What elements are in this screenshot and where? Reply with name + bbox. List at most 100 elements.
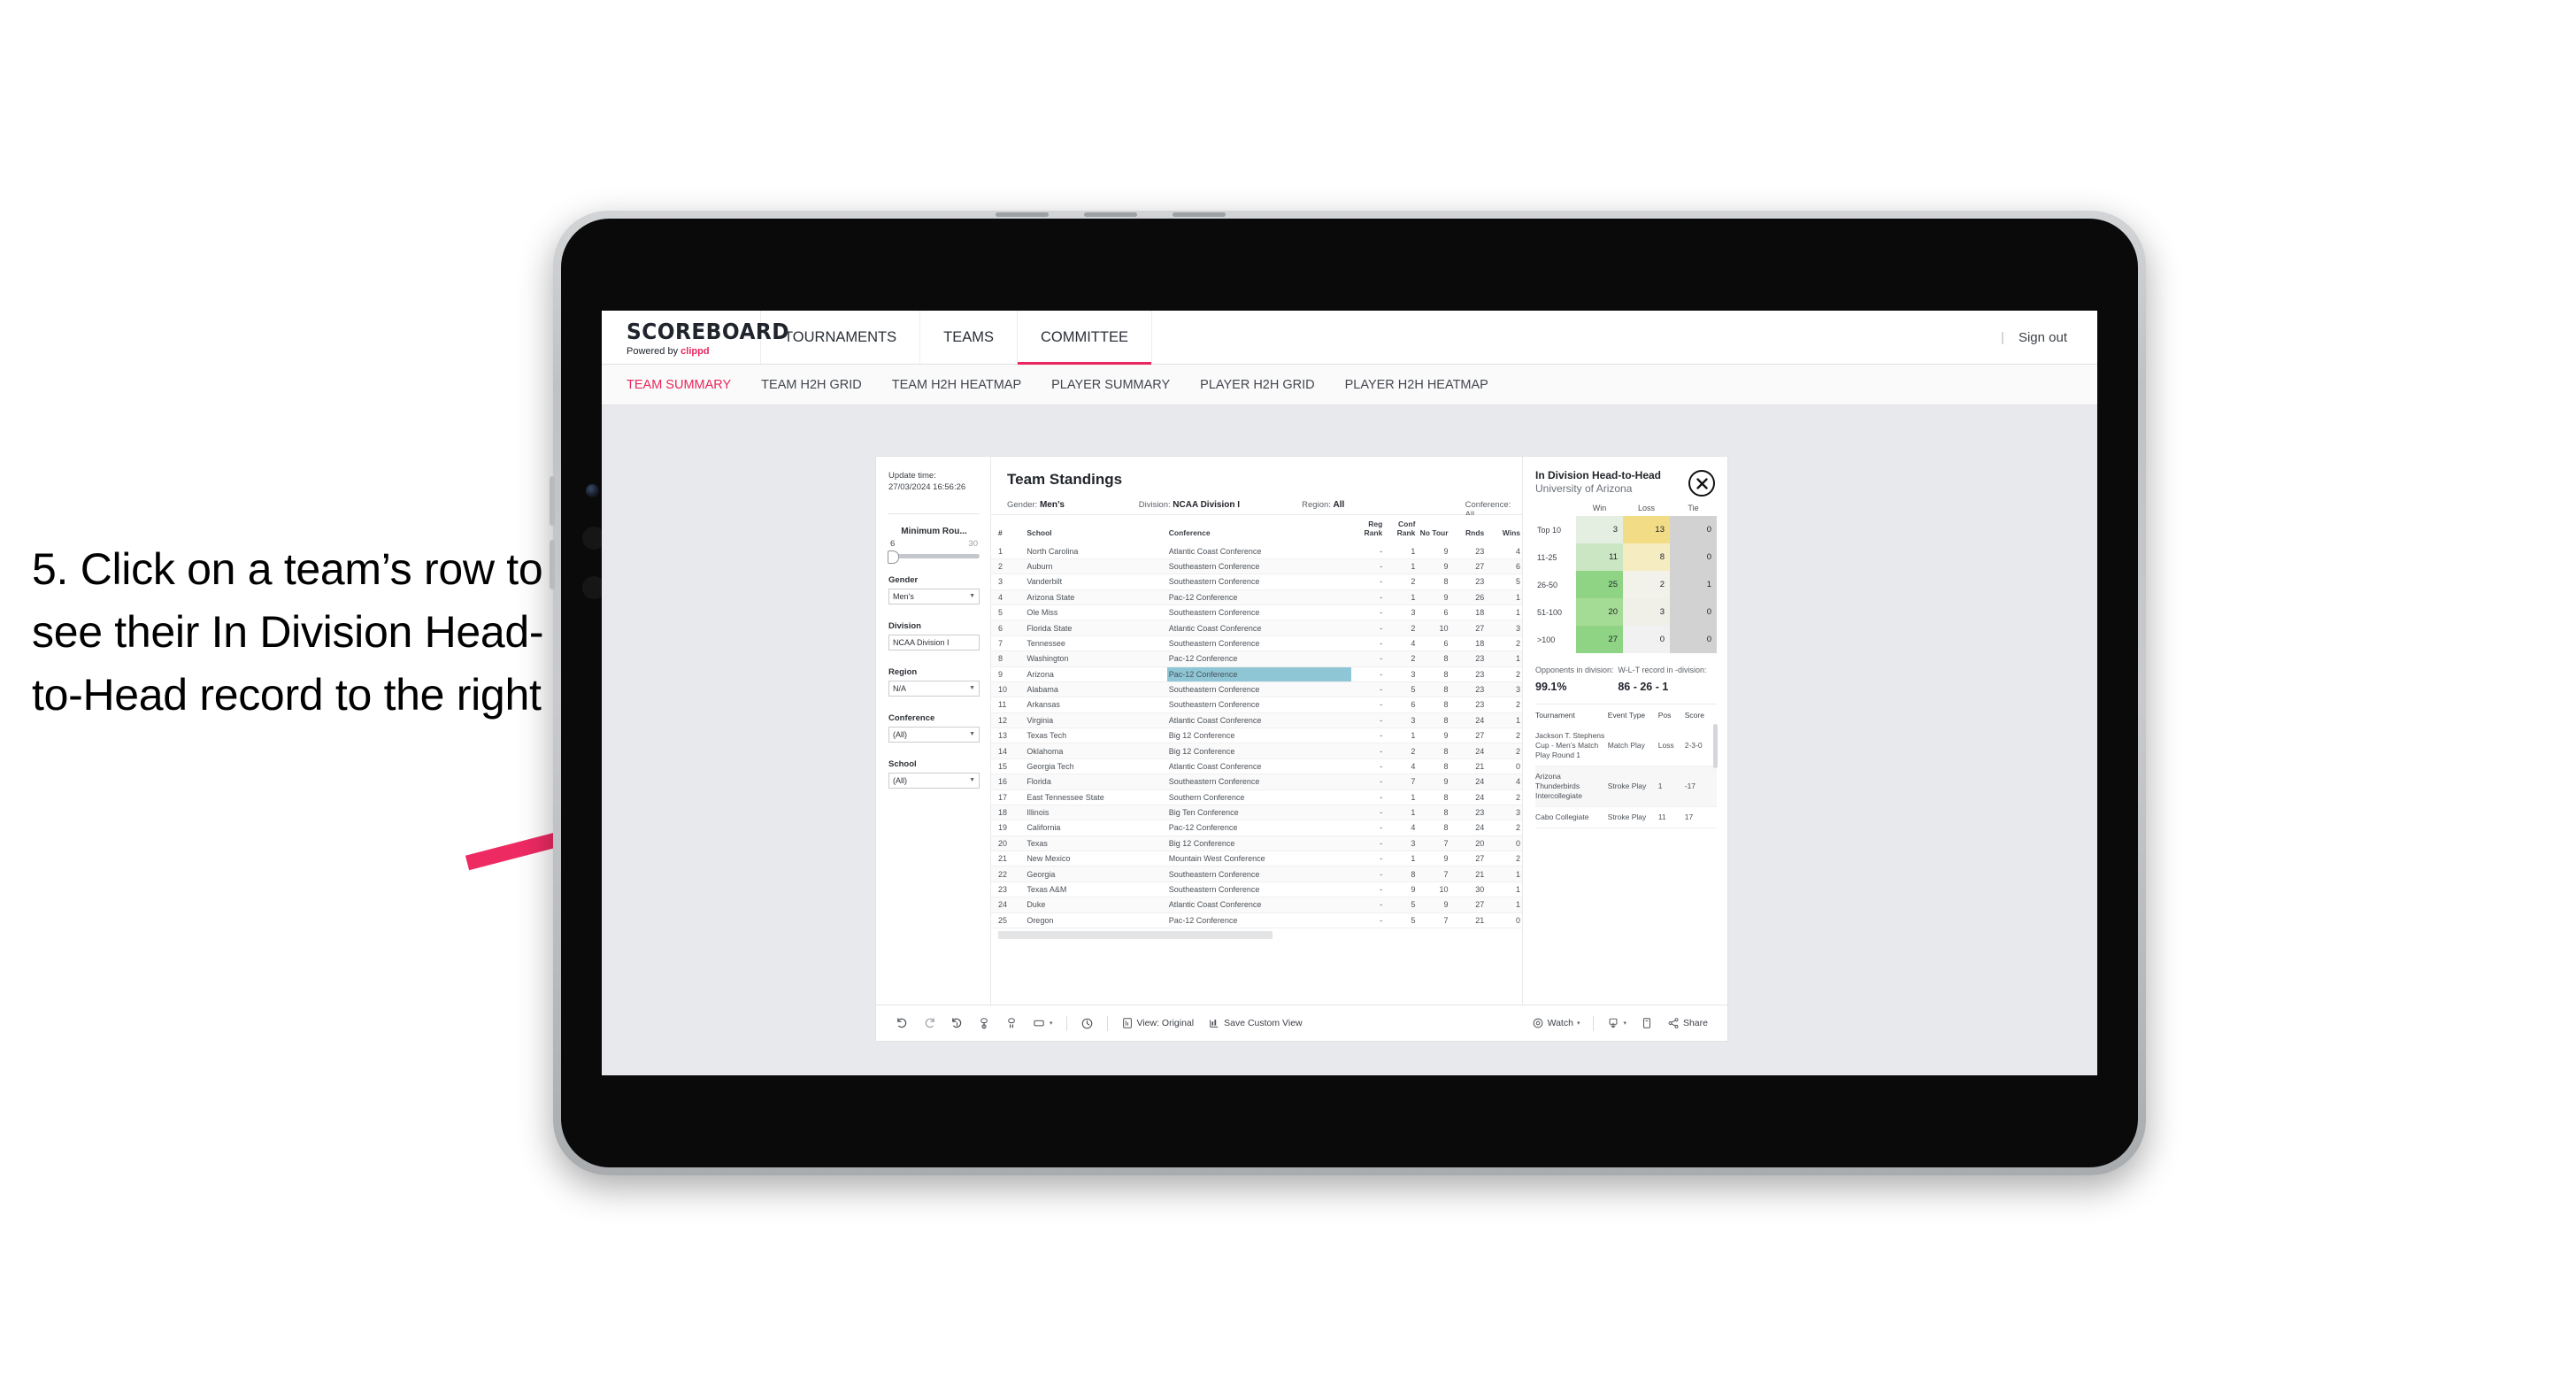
undo-button[interactable] bbox=[888, 1012, 916, 1035]
volume-up-button[interactable] bbox=[550, 476, 555, 526]
filter-division-select[interactable]: NCAA Division I bbox=[888, 634, 980, 651]
volume-down-button[interactable] bbox=[550, 540, 555, 589]
tournament-row[interactable]: Cabo Collegiate Stroke Play 11 17 bbox=[1535, 806, 1717, 829]
close-icon[interactable] bbox=[1688, 470, 1715, 497]
table-row[interactable]: 12 Virginia Atlantic Coast Conference -3 8 24… bbox=[991, 712, 1522, 729]
heatmap-cell[interactable]: 0 bbox=[1670, 543, 1717, 571]
table-row[interactable]: 21 New Mexico Mountain West Conference -1 9 2… bbox=[991, 851, 1522, 867]
table-row[interactable]: 7 Tennessee Southeastern Conference -4 6 18 2 bbox=[991, 635, 1522, 652]
table-row[interactable]: 20 Texas Big 12 Conference -3 7 20 0 bbox=[991, 835, 1522, 852]
heatmap-cell[interactable]: 1 bbox=[1670, 571, 1717, 598]
heatmap-cell[interactable]: 0 bbox=[1670, 516, 1717, 543]
heatmap-cell[interactable]: 3 bbox=[1576, 516, 1623, 543]
table-row[interactable]: 15 Georgia Tech Atlantic Coast Conference -… bbox=[991, 758, 1522, 775]
table-row[interactable]: 18 Illinois Big Ten Conference -1 8 23 3 bbox=[991, 805, 1522, 821]
table-row[interactable]: 3 Vanderbilt Southeastern Conference -2 8 23 5 bbox=[991, 574, 1522, 590]
scrollbar-thumb[interactable] bbox=[998, 930, 1273, 939]
heatmap-cell[interactable]: 11 bbox=[1576, 543, 1623, 571]
table-row[interactable]: 25 Oregon Pac-12 Conference -5 7 21 0 bbox=[991, 912, 1522, 928]
col-rank[interactable]: # bbox=[991, 515, 1026, 544]
revert-button[interactable] bbox=[943, 1012, 971, 1035]
slider-track[interactable] bbox=[888, 550, 980, 564]
table-row[interactable]: 11 Arkansas Southeastern Conference -6 8 23 2 bbox=[991, 697, 1522, 713]
table-row[interactable]: 4 Arizona State Pac-12 Conference -1 9 26 1 bbox=[991, 589, 1522, 606]
col-tournament[interactable]: Tournament bbox=[1535, 705, 1608, 726]
tournaments-scrollbar[interactable] bbox=[1713, 724, 1718, 768]
table-row[interactable]: 13 Texas Tech Big 12 Conference -1 9 27 2 bbox=[991, 728, 1522, 744]
col-rnds[interactable]: Rnds bbox=[1449, 515, 1487, 544]
fullscreen-button[interactable] bbox=[1634, 1012, 1660, 1035]
heatmap-cell[interactable]: 2 bbox=[1623, 571, 1670, 598]
cell-school: East Tennessee State bbox=[1025, 789, 1167, 805]
slider-handle[interactable] bbox=[888, 550, 899, 564]
filter-gender-select[interactable]: Men’s ▼ bbox=[888, 588, 980, 604]
download-button[interactable]: ▾ bbox=[1600, 1012, 1634, 1035]
table-row[interactable]: 9 Arizona Pac-12 Conference -3 8 23 2 bbox=[991, 666, 1522, 682]
toolbar-divider bbox=[1106, 1015, 1108, 1031]
refresh-data-button[interactable] bbox=[971, 1012, 998, 1035]
col-score[interactable]: Score bbox=[1685, 705, 1717, 726]
table-row[interactable]: 2 Auburn Southeastern Conference -1 9 27 6 bbox=[991, 558, 1522, 575]
table-row[interactable]: 19 California Pac-12 Conference -4 8 24 2 bbox=[991, 820, 1522, 836]
heatmap-cell[interactable]: 0 bbox=[1623, 626, 1670, 653]
col-wins[interactable]: Wins bbox=[1486, 515, 1522, 544]
col-reg-rank[interactable]: Reg Rank bbox=[1351, 515, 1385, 544]
tab-team-summary[interactable]: TEAM SUMMARY bbox=[627, 378, 731, 392]
view-original-button[interactable]: View: Original bbox=[1114, 1012, 1202, 1035]
table-row[interactable]: 16 Florida Southeastern Conference -7 9 24 4 bbox=[991, 774, 1522, 790]
save-custom-view-button[interactable]: Save Custom View bbox=[1201, 1012, 1310, 1035]
cell-school: North Carolina bbox=[1025, 543, 1167, 559]
col-conference[interactable]: Conference bbox=[1166, 515, 1352, 544]
table-row[interactable]: 6 Florida State Atlantic Coast Conference -… bbox=[991, 620, 1522, 636]
nav-item-tournaments[interactable]: TOURNAMENTS bbox=[761, 311, 921, 364]
heatmap-cell[interactable]: 3 bbox=[1623, 598, 1670, 626]
filter-region-select[interactable]: N/A ▼ bbox=[888, 680, 980, 697]
heatmap-cell[interactable]: 27 bbox=[1576, 626, 1623, 653]
heatmap-cell[interactable]: 25 bbox=[1576, 571, 1623, 598]
table-row[interactable]: 5 Ole Miss Southeastern Conference -3 6 18 1 bbox=[991, 604, 1522, 621]
heatmap-cell[interactable]: 0 bbox=[1670, 598, 1717, 626]
table-row[interactable]: 22 Georgia Southeastern Conference -8 7 21 1 bbox=[991, 866, 1522, 882]
col-conf-rank[interactable]: Conf Rank bbox=[1384, 515, 1418, 544]
table-row[interactable]: 14 Oklahoma Big 12 Conference -2 8 24 2 bbox=[991, 743, 1522, 759]
cell-rank: 20 bbox=[991, 835, 1026, 852]
table-row[interactable]: 8 Washington Pac-12 Conference -2 8 23 1 bbox=[991, 651, 1522, 667]
heatmap-cell[interactable]: 13 bbox=[1623, 516, 1670, 543]
sign-out-link[interactable]: Sign out bbox=[2019, 330, 2067, 345]
cell-rnds: 24 bbox=[1449, 743, 1487, 759]
heatmap-row-label: 26-50 bbox=[1535, 571, 1576, 598]
col-school[interactable]: School bbox=[1025, 515, 1167, 544]
watch-button[interactable]: Watch ▾ bbox=[1525, 1012, 1588, 1035]
tab-player-h2h-heatmap[interactable]: PLAYER H2H HEATMAP bbox=[1345, 378, 1488, 392]
filter-conference-select[interactable]: (All) ▼ bbox=[888, 726, 980, 743]
device-layout-button[interactable]: ▾ bbox=[1026, 1012, 1060, 1035]
nav-item-teams[interactable]: TEAMS bbox=[920, 311, 1018, 364]
tab-team-h2h-grid[interactable]: TEAM H2H GRID bbox=[761, 378, 862, 392]
heatmap-cell[interactable]: 20 bbox=[1576, 598, 1623, 626]
filter-school-select[interactable]: (All) ▼ bbox=[888, 772, 980, 789]
redo-button[interactable] bbox=[916, 1012, 943, 1035]
table-row[interactable]: 23 Texas A&M Southeastern Conference -9 10 30… bbox=[991, 882, 1522, 898]
table-row[interactable]: 1 North Carolina Atlantic Coast Conference… bbox=[991, 543, 1522, 559]
chevron-down-icon: ▼ bbox=[969, 593, 975, 600]
tab-player-h2h-grid[interactable]: PLAYER H2H GRID bbox=[1200, 378, 1314, 392]
heatmap-cell[interactable]: 8 bbox=[1623, 543, 1670, 571]
tab-team-h2h-heatmap[interactable]: TEAM H2H HEATMAP bbox=[892, 378, 1021, 392]
share-button[interactable]: Share bbox=[1660, 1012, 1715, 1035]
table-row[interactable]: 17 East Tennessee State Southern Conferenc… bbox=[991, 789, 1522, 805]
heatmap-cell[interactable]: 0 bbox=[1670, 626, 1717, 653]
col-no-tour[interactable]: No Tour bbox=[1417, 515, 1450, 544]
tournament-row[interactable]: Jackson T. Stephens Cup - Men’s Match Pl… bbox=[1535, 726, 1717, 767]
cell-rank: 23 bbox=[991, 882, 1026, 898]
nav-item-committee[interactable]: COMMITTEE bbox=[1017, 311, 1152, 365]
pause-auto-update-button[interactable] bbox=[998, 1012, 1026, 1035]
tab-player-summary[interactable]: PLAYER SUMMARY bbox=[1051, 378, 1170, 392]
toolbar-divider bbox=[1593, 1015, 1595, 1031]
tournament-row[interactable]: Arizona Thunderbirds Intercollegiate Stro… bbox=[1535, 766, 1717, 808]
table-row[interactable]: 10 Alabama Southeastern Conference -5 8 23 3 bbox=[991, 681, 1522, 698]
col-event-type[interactable]: Event Type bbox=[1608, 705, 1658, 726]
table-row[interactable]: 24 Duke Atlantic Coast Conference -5 9 27 1 bbox=[991, 897, 1522, 913]
history-button[interactable] bbox=[1073, 1012, 1101, 1035]
col-pos[interactable]: Pos bbox=[1658, 705, 1685, 726]
horizontal-scrollbar[interactable] bbox=[991, 928, 1522, 939]
